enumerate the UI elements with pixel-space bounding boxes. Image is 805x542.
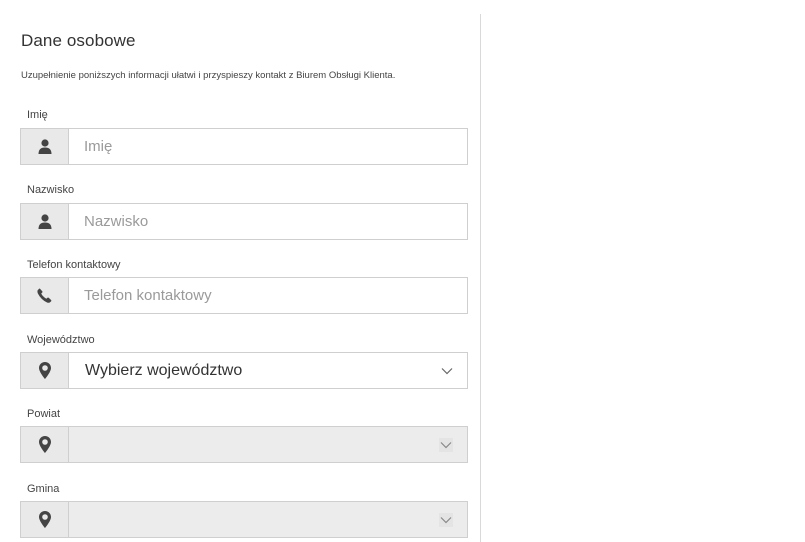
map-marker-icon	[21, 502, 69, 537]
phone-group	[20, 277, 468, 314]
map-marker-icon	[21, 353, 69, 388]
chevron-down-icon	[441, 362, 453, 380]
county-select[interactable]	[69, 427, 467, 462]
county-label: Powiat	[27, 408, 61, 420]
first-name-group	[20, 128, 468, 165]
first-name-label: Imię	[27, 109, 48, 121]
last-name-group	[20, 203, 468, 240]
commune-group	[20, 501, 468, 538]
user-icon	[21, 129, 69, 164]
chevron-down-icon	[439, 512, 453, 527]
map-marker-icon	[21, 427, 69, 462]
phone-input[interactable]	[69, 278, 467, 313]
section-title: Dane osobowe	[21, 31, 136, 50]
chevron-down-icon	[439, 437, 453, 452]
section-description: Uzupełnienie poniższych informacji ułatw…	[21, 70, 396, 81]
voivodeship-select[interactable]: Wybierz województwo	[69, 353, 467, 388]
last-name-label: Nazwisko	[27, 184, 75, 196]
voivodeship-group: Wybierz województwo	[20, 352, 468, 389]
phone-icon	[21, 278, 69, 313]
first-name-input[interactable]	[69, 129, 467, 164]
commune-label: Gmina	[27, 483, 60, 495]
personal-data-panel: Dane osobowe Uzupełnienie poniższych inf…	[8, 14, 481, 542]
commune-select[interactable]	[69, 502, 467, 537]
user-icon	[21, 204, 69, 239]
voivodeship-select-value: Wybierz województwo	[85, 361, 243, 379]
voivodeship-label: Województwo	[27, 334, 95, 346]
phone-label: Telefon kontaktowy	[27, 259, 121, 271]
last-name-input[interactable]	[69, 204, 467, 239]
county-group	[20, 426, 468, 463]
